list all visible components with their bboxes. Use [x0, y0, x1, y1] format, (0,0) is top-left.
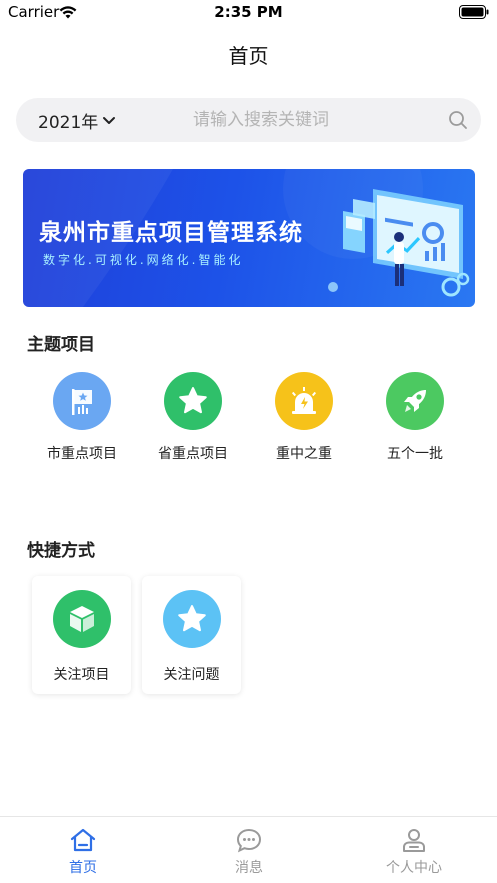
dashboard-illustration-icon: [328, 189, 470, 297]
shortcut-label: 关注问题: [163, 667, 220, 683]
page-title: 首页: [228, 44, 269, 68]
theme-item-top-priority[interactable]: 重中之重: [249, 372, 359, 472]
theme-icon-circle: [53, 372, 111, 430]
star-icon: [177, 605, 206, 632]
year-dropdown[interactable]: 2021年: [38, 98, 116, 142]
search-input[interactable]: [151, 98, 451, 142]
theme-item-label: 省重点项目: [158, 446, 228, 462]
tab-bar: 首页 消息 个人中心: [0, 816, 497, 883]
alarm-icon: [291, 387, 317, 414]
search-bar: 2021年: [16, 98, 481, 142]
flag-icon: [72, 389, 92, 415]
tab-label: 首页: [69, 860, 97, 876]
status-bar: Carrier 2:35 PM: [0, 0, 497, 26]
theme-icon-circle: [386, 372, 444, 430]
tab-home[interactable]: 首页: [0, 817, 166, 883]
home-icon: [70, 828, 96, 852]
theme-item-label: 市重点项目: [47, 446, 117, 462]
clock: 2:35 PM: [214, 3, 283, 21]
theme-item-five-batches[interactable]: 五个一批: [360, 372, 470, 472]
user-icon: [403, 829, 425, 852]
theme-item-label: 五个一批: [387, 446, 443, 462]
tab-label: 个人中心: [386, 860, 442, 876]
year-value: 2021年: [38, 112, 99, 133]
cube-icon: [69, 606, 94, 632]
tab-label: 消息: [235, 860, 263, 876]
tab-messages[interactable]: 消息: [166, 817, 332, 883]
theme-item-province-key[interactable]: 省重点项目: [138, 372, 248, 472]
star-icon: [179, 387, 207, 414]
tab-profile[interactable]: 个人中心: [331, 817, 497, 883]
search-icon[interactable]: [448, 110, 468, 130]
shortcut-followed-projects[interactable]: 关注项目: [32, 576, 131, 694]
shortcut-followed-issues[interactable]: 关注问题: [142, 576, 241, 694]
shortcut-section-title: 快捷方式: [27, 541, 95, 561]
theme-icon-circle: [275, 372, 333, 430]
battery-icon: [459, 5, 489, 19]
chat-icon: [236, 828, 262, 853]
chevron-down-icon: [103, 117, 116, 124]
theme-item-city-key[interactable]: 市重点项目: [27, 372, 137, 472]
shortcut-icon-circle: [162, 590, 221, 648]
banner-subtitle: 数字化.可视化.网络化.智能化: [43, 253, 244, 267]
theme-section-title: 主题项目: [27, 335, 95, 355]
shortcut-icon-circle: [52, 590, 111, 648]
banner-title: 泉州市重点项目管理系统: [39, 220, 303, 246]
shortcut-label: 关注项目: [53, 667, 110, 683]
banner[interactable]: 泉州市重点项目管理系统 数字化.可视化.网络化.智能化: [23, 169, 475, 307]
rocket-icon: [404, 390, 426, 412]
theme-item-label: 重中之重: [276, 446, 332, 462]
theme-icon-circle: [164, 372, 222, 430]
